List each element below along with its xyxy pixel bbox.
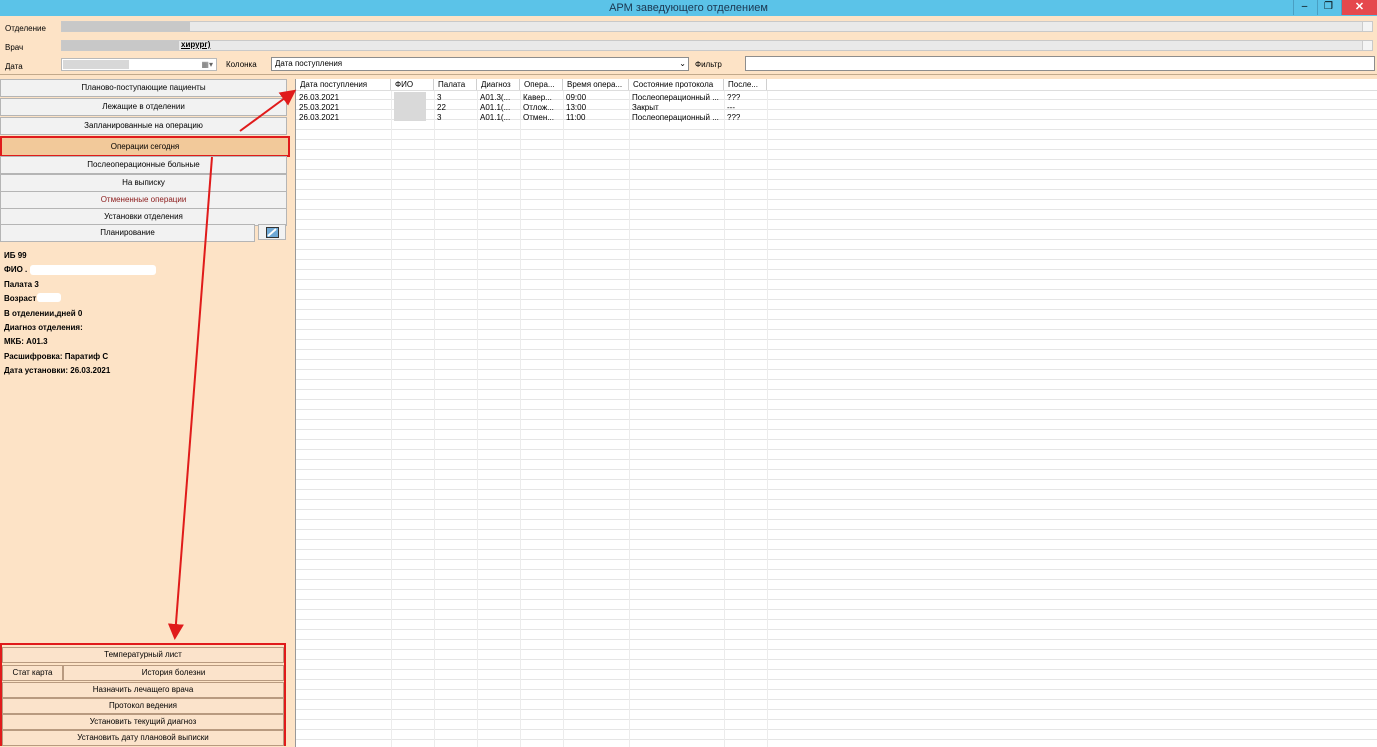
arrow-to-grid bbox=[239, 89, 297, 132]
annotation-arrows bbox=[167, 89, 297, 640]
arrow-to-actions bbox=[167, 156, 213, 640]
